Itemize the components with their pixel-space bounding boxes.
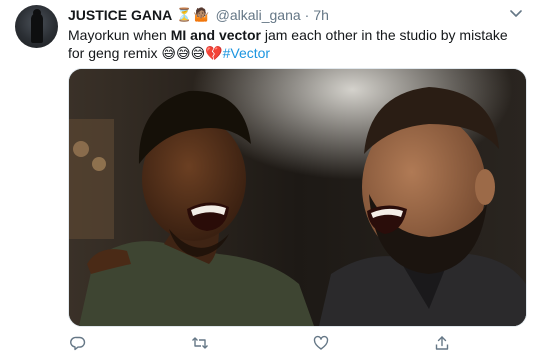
like-icon bbox=[313, 335, 329, 350]
reply-button[interactable] bbox=[68, 333, 88, 353]
tweet-timestamp[interactable]: 7h bbox=[313, 7, 329, 23]
tweet-card: JUSTICE GANA ⏳🤷🏽 @alkali_gana · 7h Mayor… bbox=[0, 0, 538, 359]
share-icon bbox=[435, 336, 449, 350]
photo-image bbox=[69, 69, 526, 326]
tweet-text-bold: MI and vector bbox=[170, 27, 261, 43]
hashtag-link[interactable]: #Vector bbox=[223, 45, 270, 61]
separator-dot: · bbox=[304, 7, 310, 23]
tweet-menu-button[interactable] bbox=[508, 6, 524, 22]
author-badges: ⏳🤷🏽 bbox=[176, 7, 211, 22]
tweet-actions bbox=[68, 333, 458, 353]
author-handle[interactable]: @alkali_gana bbox=[216, 7, 301, 23]
retweet-icon bbox=[192, 337, 208, 349]
reply-icon bbox=[70, 336, 86, 351]
retweet-button[interactable] bbox=[190, 333, 210, 353]
tweet-header: JUSTICE GANA ⏳🤷🏽 @alkali_gana · 7h bbox=[68, 5, 329, 25]
tweet-text-prefix: Mayorkun when bbox=[68, 27, 171, 43]
author-name[interactable]: JUSTICE GANA bbox=[68, 7, 172, 23]
share-button[interactable] bbox=[432, 333, 452, 353]
avatar[interactable] bbox=[15, 5, 58, 48]
tweet-text: Mayorkun when MI and vector jam each oth… bbox=[68, 26, 523, 62]
tweet-photo[interactable] bbox=[68, 68, 527, 327]
tweet-emojis: 😅😅😅💔 bbox=[161, 45, 223, 61]
chevron-down-icon bbox=[510, 10, 522, 17]
like-button[interactable] bbox=[311, 333, 331, 353]
